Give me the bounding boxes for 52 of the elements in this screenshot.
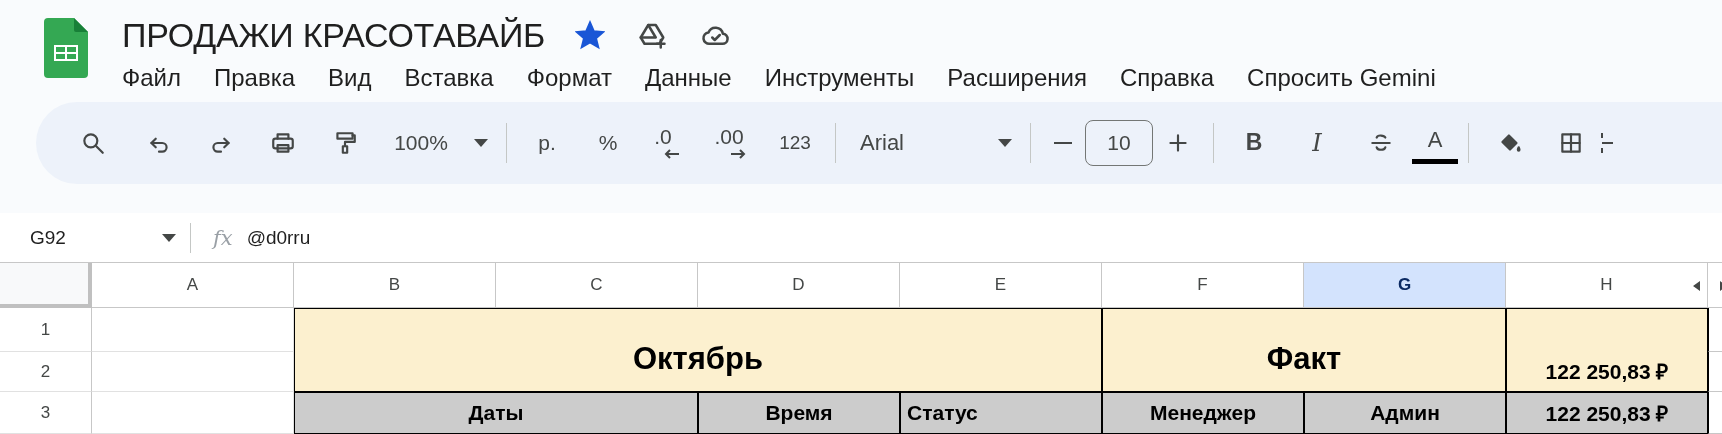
cell-reference[interactable]: G92 bbox=[30, 226, 66, 249]
table-cell: Факт bbox=[1102, 308, 1506, 392]
minus-icon bbox=[1054, 141, 1072, 144]
percent-button[interactable]: % bbox=[577, 117, 639, 168]
table-cell: Время bbox=[698, 392, 900, 434]
currency-button[interactable]: р. bbox=[517, 117, 577, 168]
table-cell: Менеджер bbox=[1102, 392, 1304, 434]
menu-item[interactable]: Расширения bbox=[939, 62, 1112, 94]
menu-item[interactable]: Вставка bbox=[396, 62, 519, 94]
column-header[interactable]: G bbox=[1304, 263, 1506, 308]
document-title[interactable]: ПРОДАЖИ КРАСОТАВАЙБ bbox=[122, 15, 546, 55]
menu-item[interactable]: Данные bbox=[637, 62, 757, 94]
column-header[interactable]: A bbox=[92, 263, 294, 308]
menu-item[interactable]: Справка bbox=[1111, 62, 1240, 94]
column-header[interactable]: E bbox=[900, 263, 1102, 308]
table-cell: 122 250,83 ₽ bbox=[1506, 392, 1708, 434]
scroll-arrows-icon[interactable] bbox=[1692, 279, 1722, 293]
table-cell: Админ bbox=[1304, 392, 1506, 434]
formula-value[interactable]: @d0rru bbox=[246, 226, 311, 249]
function-label: fx bbox=[213, 225, 233, 250]
table-cell: Статус bbox=[900, 392, 1102, 434]
text-color-button[interactable]: A bbox=[1412, 121, 1458, 165]
menu-item[interactable]: Формат bbox=[518, 62, 637, 94]
zoom-caret-icon[interactable] bbox=[474, 138, 488, 147]
merge-icon bbox=[1601, 132, 1613, 153]
menu-item[interactable]: Файл bbox=[114, 62, 206, 94]
star-icon[interactable] bbox=[575, 20, 606, 50]
italic-button[interactable]: I bbox=[1284, 117, 1350, 168]
zoom-select[interactable]: 100% bbox=[376, 117, 466, 168]
left-arrow-icon bbox=[663, 148, 680, 159]
right-arrow-icon bbox=[729, 148, 746, 159]
font-caret-icon[interactable] bbox=[998, 138, 1012, 147]
column-header[interactable]: C bbox=[496, 263, 698, 308]
table-cell: Даты bbox=[294, 392, 698, 434]
column-header[interactable]: B bbox=[294, 263, 496, 308]
table-cell: Октябрь bbox=[294, 308, 1102, 392]
menu-item[interactable]: Спросить Gemini bbox=[1239, 62, 1461, 94]
decrease-decimals-button[interactable]: .0 bbox=[639, 117, 695, 168]
column-header[interactable]: F bbox=[1102, 263, 1304, 308]
column-header[interactable]: H bbox=[1506, 263, 1708, 308]
cell-reference-caret-icon[interactable] bbox=[162, 233, 176, 242]
menu-item[interactable]: Правка bbox=[206, 62, 321, 94]
bold-button[interactable]: B bbox=[1224, 117, 1284, 168]
font-size-field[interactable]: 10 bbox=[1085, 119, 1153, 166]
menu-item[interactable]: Вид bbox=[320, 62, 397, 94]
font-select[interactable]: Arial bbox=[846, 117, 990, 168]
column-header[interactable]: D bbox=[698, 263, 900, 308]
table-cell: 122 250,83 ₽ bbox=[1506, 308, 1708, 392]
spreadsheet-logo-icon[interactable] bbox=[44, 18, 88, 78]
number-format-button[interactable]: 123 bbox=[765, 117, 825, 168]
menu-item[interactable]: Инструменты bbox=[756, 62, 940, 94]
increase-decimals-button[interactable]: .00 bbox=[695, 117, 765, 168]
